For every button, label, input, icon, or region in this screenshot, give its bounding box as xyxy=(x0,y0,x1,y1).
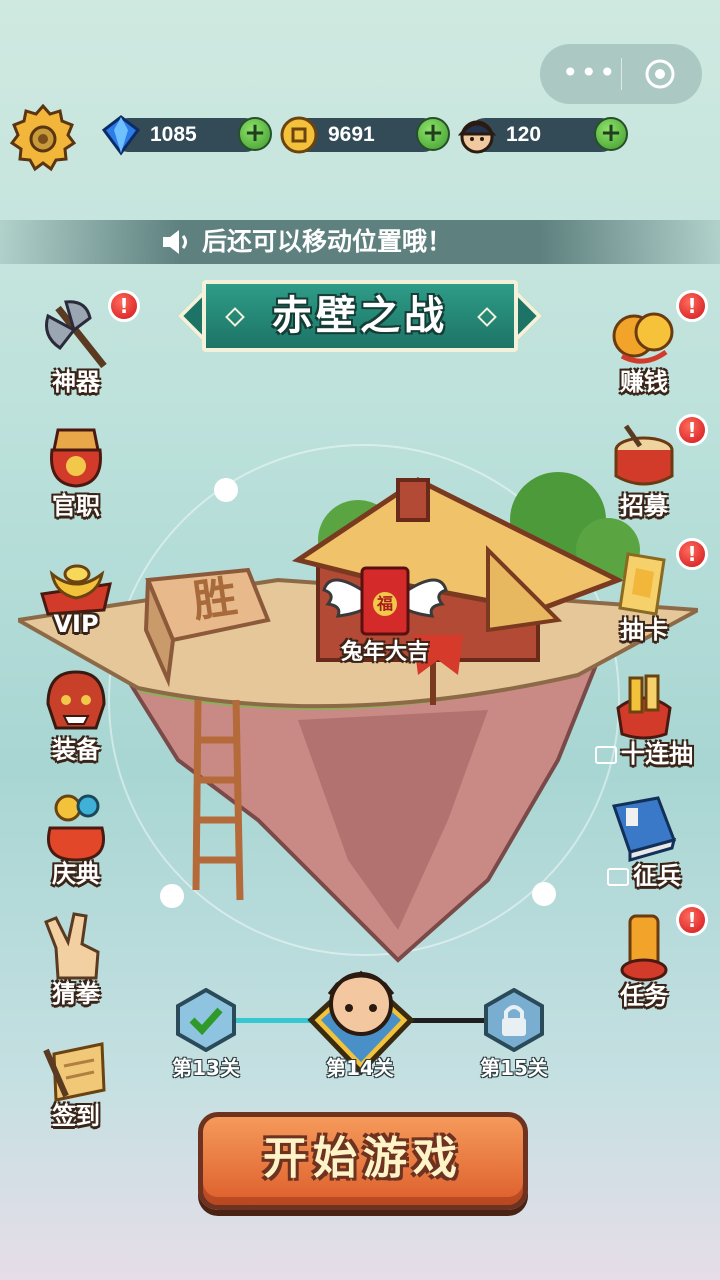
coin-chain-icon xyxy=(612,312,674,364)
stage-title: 赤壁之战 xyxy=(272,293,448,339)
rank-seal-icon xyxy=(50,428,102,488)
level-14-label: 第14关 xyxy=(326,1056,394,1080)
video-ad-icon xyxy=(595,746,617,764)
menu-rock-paper-scissors-label: 猜拳 xyxy=(52,980,100,1008)
gem-counter: 1085 + xyxy=(101,115,272,156)
add-coin-button[interactable]: + xyxy=(416,117,450,151)
coin-value: 9691 xyxy=(328,123,375,146)
level-15-node[interactable] xyxy=(482,988,546,1052)
menu-draw-card[interactable]: 抽卡 ! xyxy=(596,538,708,648)
gem-value: 1085 xyxy=(150,123,197,146)
menu-ten-draw-text: 十连抽 xyxy=(621,740,693,768)
menu-tasks-label: 任务 xyxy=(620,982,668,1010)
menu-check-in-label: 签到 xyxy=(52,1102,100,1130)
menu-draw-card-label: 抽卡 xyxy=(620,616,668,644)
menu-conscription[interactable]: 征兵 xyxy=(596,790,692,894)
start-game-button[interactable]: 开始游戏 xyxy=(198,1112,528,1210)
menu-vip-label: VIP xyxy=(53,610,99,638)
lucky-bag-icon xyxy=(47,794,105,862)
menu-conscription-label: 征兵 xyxy=(586,856,702,891)
menu-official-rank[interactable]: 官职 xyxy=(28,420,124,524)
menu-celebration-label: 庆典 xyxy=(52,860,100,888)
coin-icon xyxy=(280,116,318,154)
scroll-bundle-icon xyxy=(616,674,672,740)
scroll-brush-icon xyxy=(43,1042,106,1102)
task-scroll-icon xyxy=(620,914,668,982)
alert-badge-icon: ! xyxy=(108,290,140,322)
capsule-divider xyxy=(621,58,622,90)
alert-badge-icon: ! xyxy=(676,414,708,446)
soldier-head-icon xyxy=(457,120,497,154)
menu-recruit[interactable]: 招募 ! xyxy=(596,414,708,524)
menu-check-in[interactable]: 签到 xyxy=(28,1030,124,1134)
menu-earn-money-label: 赚钱 xyxy=(620,368,668,396)
menu-artifact[interactable]: 神器 ! xyxy=(28,290,140,400)
soldier-counter: 120 + xyxy=(457,117,628,154)
soldier-value: 120 xyxy=(506,123,542,146)
more-icon[interactable]: ••• xyxy=(562,58,616,88)
gem-icon xyxy=(101,115,141,156)
menu-ten-draw-label: 十连抽 xyxy=(586,734,702,769)
gold-ingot-icon xyxy=(40,564,112,616)
battle-axe-icon xyxy=(45,300,107,369)
miniprogram-capsule: ••• xyxy=(540,44,702,104)
speaker-icon xyxy=(163,230,187,254)
level-13-node[interactable] xyxy=(174,988,238,1052)
alert-badge-icon: ! xyxy=(676,904,708,936)
victory-sign-text: 胜 xyxy=(189,571,241,628)
coin-counter: 9691 + xyxy=(280,116,450,154)
menu-tasks[interactable]: 任务 ! xyxy=(596,904,708,1014)
menu-equipment[interactable]: 装备 xyxy=(28,664,124,768)
start-game-label: 开始游戏 xyxy=(263,1133,463,1184)
envelope-character: 福 xyxy=(376,594,393,613)
alert-badge-icon: ! xyxy=(676,290,708,322)
menu-conscription-text: 征兵 xyxy=(633,862,681,890)
menu-official-rank-label: 官职 xyxy=(52,492,100,520)
notice-bar: 后还可以移动位置哦！ xyxy=(0,220,720,264)
menu-artifact-label: 神器 xyxy=(52,368,100,396)
close-target-icon[interactable] xyxy=(644,58,676,90)
beast-helmet-icon xyxy=(46,670,106,730)
level-15-label: 第15关 xyxy=(480,1056,548,1080)
settings-gear-icon[interactable] xyxy=(8,102,78,172)
menu-recruit-label: 招募 xyxy=(620,492,668,520)
menu-rock-paper-scissors[interactable]: 猜拳 xyxy=(28,908,124,1012)
menu-ten-draw[interactable]: 十连抽 xyxy=(595,668,693,772)
add-gem-button[interactable]: + xyxy=(238,117,272,151)
level-13-label: 第13关 xyxy=(172,1056,240,1080)
golden-card-icon xyxy=(618,552,666,616)
alert-badge-icon: ! xyxy=(676,538,708,570)
stage-title-banner: 赤壁之战 xyxy=(177,280,543,352)
menu-equipment-label: 装备 xyxy=(52,736,100,764)
war-drum-icon xyxy=(614,424,674,486)
hand-gesture-icon xyxy=(44,912,100,980)
video-ad-icon xyxy=(607,868,629,886)
add-soldier-button[interactable]: + xyxy=(594,117,628,151)
blue-book-icon xyxy=(612,796,677,862)
event-envelope[interactable]: 福 兔年大吉 xyxy=(320,560,450,670)
notice-text: 后还可以移动位置哦！ xyxy=(202,227,453,256)
menu-celebration[interactable]: 庆典 xyxy=(28,788,124,892)
menu-earn-money[interactable]: 赚钱 ! xyxy=(596,290,708,400)
menu-vip[interactable]: VIP xyxy=(28,544,124,648)
event-label: 兔年大吉 xyxy=(340,640,429,665)
